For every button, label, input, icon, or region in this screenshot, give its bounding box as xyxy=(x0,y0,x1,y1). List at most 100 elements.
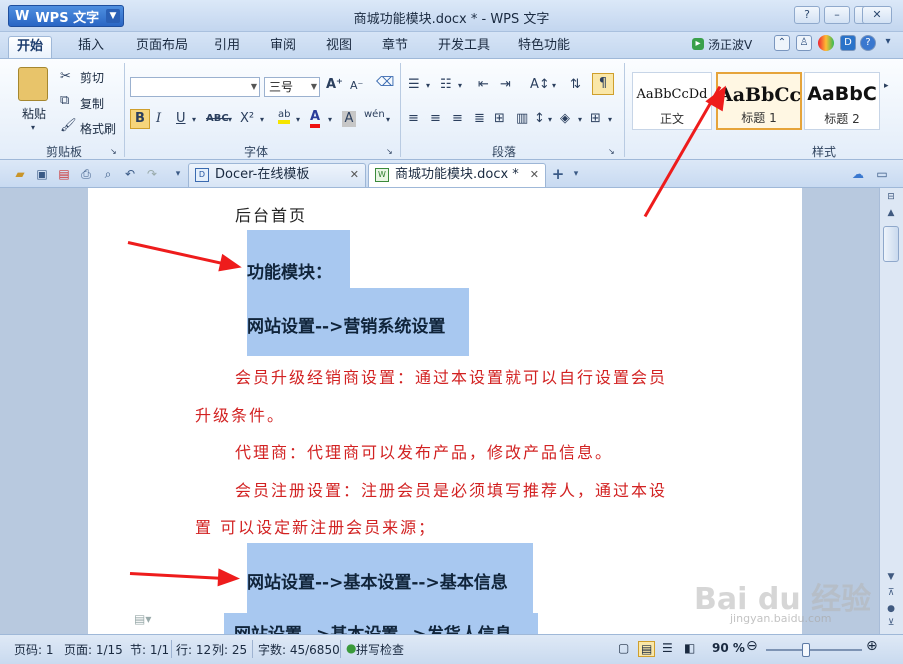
tab-insert[interactable]: 插入 xyxy=(70,36,112,58)
text-direction-dropdown-icon[interactable]: ▾ xyxy=(552,81,556,90)
bullet-dropdown-icon[interactable]: ▾ xyxy=(426,81,430,90)
strikethrough-button[interactable]: ABC xyxy=(206,113,229,124)
sort-icon[interactable]: ⇅ xyxy=(570,77,581,92)
paste-button[interactable]: 粘贴 xyxy=(22,105,46,122)
tab-home[interactable]: 开始 xyxy=(8,36,53,58)
increase-indent-icon[interactable]: ⇥ xyxy=(500,77,511,92)
scrollbar-thumb[interactable] xyxy=(883,226,899,262)
highlight-dropdown-icon[interactable]: ▾ xyxy=(296,115,300,124)
tab-special[interactable]: 特色功能 xyxy=(510,36,578,58)
show-marks-button[interactable]: ¶ xyxy=(592,73,614,95)
close-icon[interactable]: ✕ xyxy=(530,164,539,186)
decrease-indent-icon[interactable]: ⇤ xyxy=(478,77,489,92)
distributed-icon[interactable]: ⊞ xyxy=(494,111,505,126)
export-pdf-icon[interactable]: ▤ xyxy=(56,166,72,182)
align-center-icon[interactable]: ≡ xyxy=(430,111,441,126)
tab-sections[interactable]: 章节 xyxy=(374,36,416,58)
cut-button[interactable]: 剪切 xyxy=(80,69,104,86)
outline-view-icon[interactable]: ☰ xyxy=(662,641,673,655)
grow-font-icon[interactable]: A⁺ xyxy=(326,77,343,92)
bullet-list-icon[interactable]: ☰ xyxy=(408,77,420,92)
zoom-slider-track[interactable] xyxy=(766,649,862,651)
select-browse-icon[interactable]: ● xyxy=(883,602,899,616)
help-window-button[interactable]: ? xyxy=(794,6,820,24)
tab-current-document[interactable]: W 商城功能模块.docx * ✕ xyxy=(368,163,546,187)
spellcheck-toggle[interactable]: 拼写检查 xyxy=(356,641,404,658)
open-folder-icon[interactable]: ▰ xyxy=(12,166,28,182)
scroll-down-icon[interactable]: ▼ xyxy=(883,570,899,584)
paste-icon[interactable] xyxy=(18,67,48,101)
previous-page-icon[interactable]: ⊼ xyxy=(883,586,899,600)
next-page-icon[interactable]: ⊻ xyxy=(883,616,899,630)
columns-icon[interactable]: ▥ xyxy=(516,111,528,126)
align-left-icon[interactable]: ≡ xyxy=(408,111,419,126)
tab-references[interactable]: 引用 xyxy=(206,36,248,58)
font-launcher-icon[interactable]: ↘ xyxy=(386,147,393,156)
line-spacing-icon[interactable]: ↕ xyxy=(534,111,545,126)
numbered-list-icon[interactable]: ☷ xyxy=(440,77,452,92)
clipboard-launcher-icon[interactable]: ↘ xyxy=(110,147,117,156)
justify-icon[interactable]: ≣ xyxy=(474,111,485,126)
close-icon[interactable]: ✕ xyxy=(350,164,359,186)
minimize-button[interactable]: – xyxy=(824,6,850,24)
tab-page-layout[interactable]: 页面布局 xyxy=(128,36,196,58)
ruler-toggle-icon[interactable]: ⊟ xyxy=(883,190,899,204)
undo-icon[interactable]: ↶ xyxy=(122,166,138,182)
text-direction-icon[interactable]: A↕ xyxy=(530,77,550,92)
strike-dropdown-icon[interactable]: ▾ xyxy=(228,115,232,124)
cloud-icon[interactable]: ☁ xyxy=(850,166,866,182)
superscript-button[interactable]: X² xyxy=(240,111,254,126)
tab-docer-templates[interactable]: D Docer-在线模板 ✕ xyxy=(188,163,366,187)
feedback-icon[interactable]: D xyxy=(840,35,856,51)
scroll-up-icon[interactable]: ▲ xyxy=(883,206,899,220)
tab-review[interactable]: 审阅 xyxy=(262,36,304,58)
superscript-dropdown-icon[interactable]: ▾ xyxy=(260,115,264,124)
print-layout-icon[interactable]: ▤ xyxy=(638,641,656,657)
status-section[interactable]: 节: 1/1 xyxy=(130,641,169,658)
print-icon[interactable]: ⎙ xyxy=(78,166,94,182)
window-arrange-icon[interactable]: ▭ xyxy=(874,166,890,182)
pinyin-dropdown-icon[interactable]: ▾ xyxy=(386,115,390,124)
skin-icon[interactable]: ♙ xyxy=(796,35,812,51)
collapse-ribbon-icon[interactable]: ⌃ xyxy=(774,35,790,51)
user-name[interactable]: 汤正波V xyxy=(708,36,752,53)
paragraph-launcher-icon[interactable]: ↘ xyxy=(608,147,615,156)
zoom-slider-handle[interactable] xyxy=(802,643,810,657)
char-shading-button[interactable]: A xyxy=(342,111,356,127)
new-tab-icon[interactable]: + xyxy=(550,166,566,182)
style-heading-1[interactable]: AaBbCc 标题 1 xyxy=(716,72,802,130)
paragraph-marker-icon[interactable]: ▤▾ xyxy=(134,612,151,626)
underline-dropdown-icon[interactable]: ▾ xyxy=(192,115,196,124)
copy-button[interactable]: 复制 xyxy=(80,95,104,112)
font-color-dropdown-icon[interactable]: ▾ xyxy=(328,115,332,124)
font-name-combo[interactable]: ▼ xyxy=(130,77,260,97)
numbered-dropdown-icon[interactable]: ▾ xyxy=(458,81,462,90)
borders-icon[interactable]: ⊞ xyxy=(590,111,601,126)
print-preview-icon[interactable]: ⌕ xyxy=(100,166,116,182)
close-window-button[interactable]: ✕ xyxy=(862,6,892,24)
document-area[interactable]: 后台首页 功能模块： 网站设置-->营销系统设置 会员升级经销商设置：通过本设置… xyxy=(0,188,879,634)
style-heading-2[interactable]: AaBbC 标题 2 xyxy=(804,72,880,130)
highlight-button[interactable]: ab xyxy=(278,109,291,124)
bold-button[interactable]: B xyxy=(130,109,150,129)
clear-format-icon[interactable]: ⌫ xyxy=(376,75,394,90)
italic-button[interactable]: I xyxy=(156,111,161,126)
save-icon[interactable]: ▣ xyxy=(34,166,50,182)
zoom-out-icon[interactable]: ⊖ xyxy=(746,638,758,654)
status-page[interactable]: 页面: 1/15 xyxy=(64,641,123,658)
font-size-combo[interactable]: 三号 ▼ xyxy=(264,77,320,97)
vertical-scrollbar[interactable]: ⊟ ▲ ▼ ⊼ ● ⊻ xyxy=(879,188,903,634)
status-word-count[interactable]: 字数: 45/6850 xyxy=(258,641,340,658)
underline-button[interactable]: U xyxy=(176,111,186,126)
shading-icon[interactable]: ◈ xyxy=(560,111,570,126)
zoom-level[interactable]: 90 % xyxy=(712,641,745,655)
status-page-code[interactable]: 页码: 1 xyxy=(14,641,54,658)
pinyin-button[interactable]: wén xyxy=(364,109,385,120)
customize-toolbar-icon[interactable]: ▾ xyxy=(170,166,186,182)
help-icon[interactable]: ? xyxy=(860,35,876,51)
font-color-button[interactable]: A xyxy=(310,109,321,128)
line-spacing-dropdown-icon[interactable]: ▾ xyxy=(548,115,552,124)
page-view-icon[interactable]: ▢ xyxy=(618,641,629,655)
borders-dropdown-icon[interactable]: ▾ xyxy=(608,115,612,124)
align-right-icon[interactable]: ≡ xyxy=(452,111,463,126)
